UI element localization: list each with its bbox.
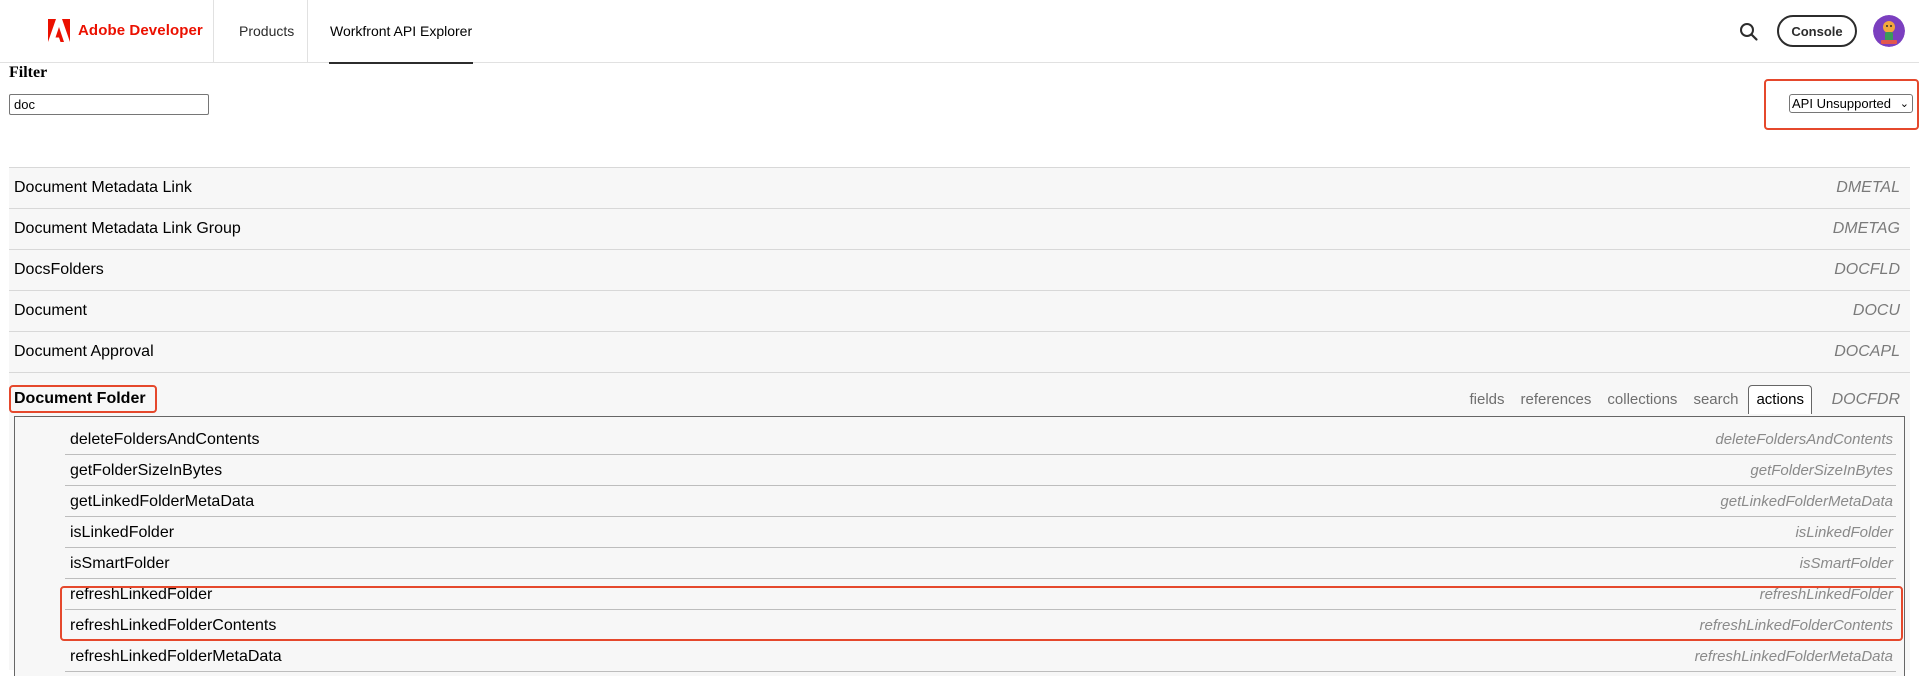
action-name: getFolderSizeInBytes: [70, 462, 223, 479]
action-row[interactable]: getLinkedFolderMetaData getLinkedFolderM…: [65, 486, 1896, 517]
object-name: Document: [14, 302, 87, 319]
object-code: DMETAG: [1832, 220, 1900, 237]
action-code: getFolderSizeInBytes: [1750, 462, 1893, 479]
action-code: isLinkedFolder: [1795, 524, 1893, 541]
nav-divider: [307, 0, 308, 62]
nav-api-explorer-link[interactable]: Workfront API Explorer: [329, 0, 474, 64]
action-row[interactable]: isSmartFolder isSmartFolder: [65, 548, 1896, 579]
adobe-developer-brand[interactable]: Adobe Developer: [48, 19, 203, 42]
object-row[interactable]: Document DOCU: [9, 290, 1910, 331]
object-name: Document Metadata Link: [14, 179, 192, 196]
filter-input[interactable]: [9, 94, 209, 115]
action-code: refreshLinkedFolderMetaData: [1694, 648, 1893, 665]
action-name: getLinkedFolderMetaData: [70, 493, 255, 510]
avatar-image-icon: [1873, 15, 1905, 47]
action-code: refreshLinkedFolder: [1759, 586, 1893, 603]
search-button[interactable]: [1737, 20, 1761, 44]
action-code: isSmartFolder: [1799, 555, 1893, 572]
nav-divider: [213, 0, 214, 62]
tab-fields[interactable]: fields: [1461, 385, 1512, 414]
brand-name: Adobe Developer: [78, 22, 203, 39]
action-name: isSmartFolder: [70, 555, 170, 572]
nav-products-link[interactable]: Products: [238, 0, 295, 63]
object-row[interactable]: Document Metadata Link DMETAL: [9, 167, 1910, 208]
action-row[interactable]: isLinkedFolder isLinkedFolder: [65, 517, 1896, 548]
console-button[interactable]: Console: [1777, 15, 1857, 47]
expanded-object-name[interactable]: Document Folder: [14, 390, 146, 408]
action-name: refreshLinkedFolderMetaData: [70, 648, 282, 665]
object-code: DOCU: [1852, 302, 1900, 319]
action-name: deleteFoldersAndContents: [70, 431, 260, 448]
object-code: DMETAL: [1836, 179, 1900, 196]
action-row[interactable]: deleteFoldersAndContents deleteFoldersAn…: [65, 424, 1896, 455]
action-name: isLinkedFolder: [70, 524, 175, 541]
object-name: Document Approval: [14, 343, 154, 360]
object-name: Document Metadata Link Group: [14, 220, 241, 237]
tab-references[interactable]: references: [1513, 385, 1600, 414]
api-support-select[interactable]: API Unsupported ⌄: [1789, 94, 1913, 113]
object-row[interactable]: DocsFolders DOCFLD: [9, 249, 1910, 290]
adobe-logo-icon: [48, 19, 70, 42]
object-name: DocsFolders: [14, 261, 104, 278]
user-avatar[interactable]: [1873, 15, 1905, 47]
action-code: refreshLinkedFolderContents: [1699, 617, 1893, 634]
expanded-object-panel: Document Folder fields references collec…: [9, 372, 1910, 676]
action-name: refreshLinkedFolder: [70, 586, 213, 603]
top-navigation-bar: Adobe Developer Products Workfront API E…: [0, 0, 1919, 64]
action-code: deleteFoldersAndContents: [1715, 431, 1893, 448]
actions-panel: deleteFoldersAndContents deleteFoldersAn…: [14, 416, 1905, 676]
tab-actions[interactable]: actions: [1748, 385, 1812, 414]
search-icon: [1740, 23, 1758, 41]
object-row[interactable]: Document Metadata Link Group DMETAG: [9, 208, 1910, 249]
expanded-object-code: DOCFDR: [1831, 391, 1900, 408]
action-row[interactable]: refreshLinkedFolder refreshLinkedFolder: [65, 579, 1896, 610]
action-row[interactable]: refreshLinkedFolderContents refreshLinke…: [65, 610, 1896, 641]
action-name: refreshLinkedFolderContents: [70, 617, 277, 634]
action-row[interactable]: refreshLinkedFolderMetaData refreshLinke…: [65, 641, 1896, 672]
action-row[interactable]: getFolderSizeInBytes getFolderSizeInByte…: [65, 455, 1896, 486]
tab-search[interactable]: search: [1685, 385, 1746, 414]
object-row[interactable]: Document Approval DOCAPL: [9, 331, 1910, 372]
object-code: DOCFLD: [1834, 261, 1900, 278]
chevron-down-icon: ⌄: [1899, 98, 1909, 110]
api-support-select-value: API Unsupported: [1792, 96, 1892, 111]
tab-collections[interactable]: collections: [1599, 385, 1685, 414]
object-tabs: fields references collections search act…: [1461, 385, 1812, 414]
action-code: getLinkedFolderMetaData: [1720, 493, 1893, 510]
object-code: DOCAPL: [1834, 343, 1900, 360]
filter-label: Filter: [9, 64, 48, 81]
